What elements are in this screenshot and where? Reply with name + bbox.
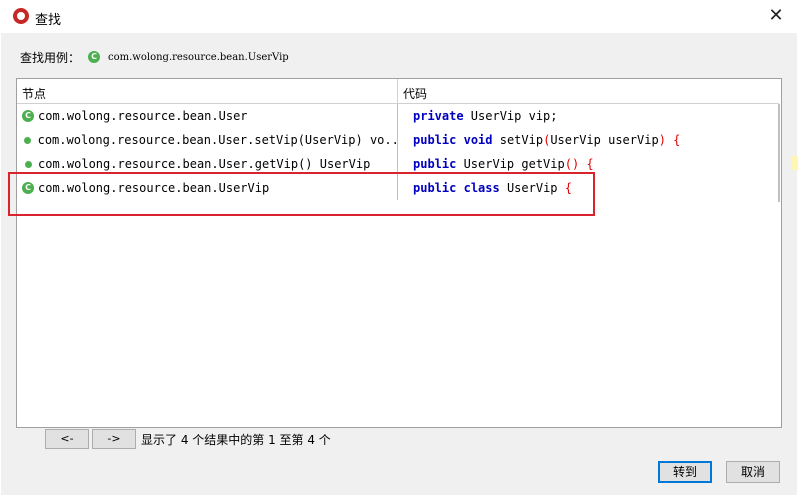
cancel-button[interactable]: 取消 xyxy=(726,461,780,483)
code-token: () { xyxy=(564,157,594,171)
code-token: UserVip userVip xyxy=(550,133,659,147)
code-token: UserVip vip; xyxy=(463,109,558,123)
class-icon: C xyxy=(22,110,34,122)
edge-marker xyxy=(792,156,798,170)
goto-button[interactable]: 转到 xyxy=(658,461,712,483)
code-token: public xyxy=(413,157,457,171)
code-token: private xyxy=(413,109,464,123)
header-node[interactable]: 节点 xyxy=(22,85,46,102)
node-text: com.wolong.resource.bean.User.setVip(Use… xyxy=(37,133,397,147)
table-row[interactable]: com.wolong.resource.bean.User.setVip(Use… xyxy=(17,128,779,152)
code-token: public xyxy=(413,133,457,147)
search-case-row: 查找用例： C com.wolong.resource.bean.UserVip xyxy=(20,48,289,66)
method-icon xyxy=(24,160,32,168)
table-row[interactable]: C com.wolong.resource.bean.User private … xyxy=(17,104,779,128)
code-cell: private UserVip vip; xyxy=(413,104,558,128)
title-bar: 查找 ✕ xyxy=(0,0,798,33)
header-code[interactable]: 代码 xyxy=(403,85,427,102)
next-button[interactable]: -> xyxy=(92,429,136,449)
search-case-value: com.wolong.resource.bean.UserVip xyxy=(108,51,289,63)
search-case-label: 查找用例： xyxy=(20,50,81,65)
close-icon[interactable]: ✕ xyxy=(764,4,788,28)
code-token: ( xyxy=(543,133,551,147)
column-edge xyxy=(778,104,780,202)
window-title: 查找 xyxy=(35,13,62,28)
column-divider xyxy=(397,128,398,152)
method-icon xyxy=(24,136,32,144)
node-text: com.wolong.resource.bean.User.getVip() U… xyxy=(38,157,371,171)
app-logo-icon xyxy=(13,8,29,24)
code-token: void xyxy=(463,133,493,147)
code-token: setVip xyxy=(492,133,544,147)
results-table: 节点 代码 C com.wolong.resource.bean.User pr… xyxy=(16,78,782,428)
highlight-box xyxy=(8,172,595,216)
pagination: <- -> 显示了 4 个结果中的第 1 至第 4 个 xyxy=(45,429,331,449)
code-token: ) { xyxy=(658,133,681,147)
column-divider xyxy=(397,104,398,128)
node-text: com.wolong.resource.bean.User xyxy=(38,109,248,123)
code-token: UserVip getVip xyxy=(456,157,565,171)
table-header: 节点 代码 xyxy=(17,79,779,104)
code-cell: public void setVip(UserVip userVip) { xyxy=(413,128,680,152)
prev-button[interactable]: <- xyxy=(45,429,89,449)
header-divider[interactable] xyxy=(397,79,398,103)
results-status: 显示了 4 个结果中的第 1 至第 4 个 xyxy=(141,432,331,447)
class-icon: C xyxy=(88,51,101,63)
